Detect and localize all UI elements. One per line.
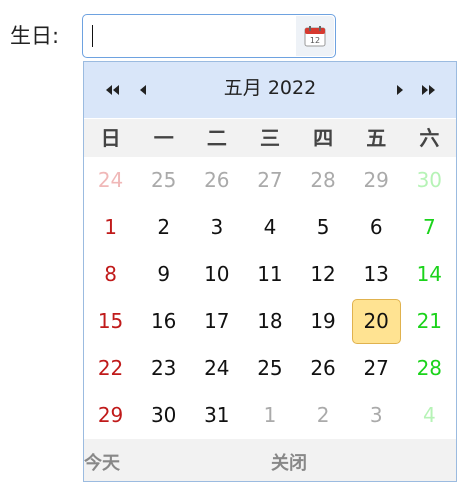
double-chevron-right-icon xyxy=(422,85,435,95)
day-cell[interactable]: 5 xyxy=(297,204,350,251)
weekday-label: 日 xyxy=(100,126,121,150)
week-row: 29 30 31 1 2 3 4 xyxy=(84,392,456,439)
text-caret xyxy=(92,25,93,47)
day-cell[interactable]: 23 xyxy=(137,345,190,392)
day-cell[interactable]: 4 xyxy=(243,204,296,251)
day-cell[interactable]: 29 xyxy=(84,392,137,439)
day-cell[interactable]: 30 xyxy=(403,157,456,204)
day-cell[interactable]: 27 xyxy=(350,345,403,392)
week-row: 8 9 10 11 12 13 14 xyxy=(84,251,456,298)
day-cell[interactable]: 18 xyxy=(243,298,296,345)
day-cell[interactable]: 4 xyxy=(403,392,456,439)
day-cell[interactable]: 6 xyxy=(350,204,403,251)
day-cell[interactable]: 14 xyxy=(403,251,456,298)
day-cell[interactable]: 26 xyxy=(190,157,243,204)
weekday-label: 二 xyxy=(206,126,227,150)
calendar-footer: 今天 关闭 xyxy=(84,439,456,481)
week-row: 24 25 26 27 28 29 30 xyxy=(84,157,456,204)
day-cell[interactable]: 10 xyxy=(190,251,243,298)
day-cell[interactable]: 31 xyxy=(190,392,243,439)
day-cell[interactable]: 3 xyxy=(190,204,243,251)
weekday-header-row: 日 一 二 三 四 五 六 xyxy=(84,119,456,157)
day-cell[interactable]: 7 xyxy=(403,204,456,251)
day-cell[interactable]: 16 xyxy=(137,298,190,345)
svg-text:12: 12 xyxy=(310,36,320,45)
weekday-label: 一 xyxy=(153,126,174,150)
next-month-button[interactable] xyxy=(396,82,403,98)
today-button[interactable]: 今天 xyxy=(84,449,120,475)
day-cell[interactable]: 12 xyxy=(297,251,350,298)
day-cell[interactable]: 17 xyxy=(190,298,243,345)
day-cell[interactable]: 29 xyxy=(350,157,403,204)
day-cell[interactable]: 25 xyxy=(243,345,296,392)
close-button[interactable]: 关闭 xyxy=(271,449,307,475)
day-cell[interactable]: 24 xyxy=(84,157,137,204)
birthday-label: 生日: xyxy=(10,24,60,48)
weekday-label: 六 xyxy=(419,126,440,150)
day-cell[interactable]: 2 xyxy=(137,204,190,251)
day-cell[interactable]: 2 xyxy=(297,392,350,439)
day-cell[interactable]: 28 xyxy=(403,345,456,392)
day-cell[interactable]: 3 xyxy=(350,392,403,439)
day-cell[interactable]: 11 xyxy=(243,251,296,298)
day-cell[interactable]: 1 xyxy=(84,204,137,251)
chevron-right-icon xyxy=(397,85,403,95)
birthday-input[interactable]: 12 xyxy=(82,14,336,58)
weekday-label: 五 xyxy=(366,126,387,150)
date-picker-popup: 五月 2022 日 一 二 三 四 五 六 24 25 26 27 28 29 xyxy=(83,61,457,482)
week-row: 1 2 3 4 5 6 7 xyxy=(84,204,456,251)
day-cell-selected[interactable]: 20 xyxy=(350,298,403,345)
day-cell[interactable]: 8 xyxy=(84,251,137,298)
day-cell[interactable]: 30 xyxy=(137,392,190,439)
calendar-icon: 12 xyxy=(304,26,326,47)
day-cell[interactable]: 19 xyxy=(297,298,350,345)
day-cell[interactable]: 25 xyxy=(137,157,190,204)
day-cell[interactable]: 28 xyxy=(297,157,350,204)
day-cell[interactable]: 24 xyxy=(190,345,243,392)
next-year-button[interactable] xyxy=(421,82,435,98)
day-cell[interactable]: 9 xyxy=(137,251,190,298)
day-cell[interactable]: 26 xyxy=(297,345,350,392)
day-cell[interactable]: 27 xyxy=(243,157,296,204)
day-cell[interactable]: 21 xyxy=(403,298,456,345)
day-cell[interactable]: 13 xyxy=(350,251,403,298)
calendar-header: 五月 2022 xyxy=(84,62,456,118)
day-grid: 24 25 26 27 28 29 30 1 2 3 4 5 6 7 8 9 1… xyxy=(84,157,456,439)
week-row: 15 16 17 18 19 20 21 xyxy=(84,298,456,345)
week-row: 22 23 24 25 26 27 28 xyxy=(84,345,456,392)
calendar-button[interactable]: 12 xyxy=(296,16,334,56)
day-cell[interactable]: 15 xyxy=(84,298,137,345)
day-cell[interactable]: 22 xyxy=(84,345,137,392)
weekday-label: 四 xyxy=(313,126,334,150)
day-cell[interactable]: 1 xyxy=(243,392,296,439)
weekday-label: 三 xyxy=(259,126,280,150)
